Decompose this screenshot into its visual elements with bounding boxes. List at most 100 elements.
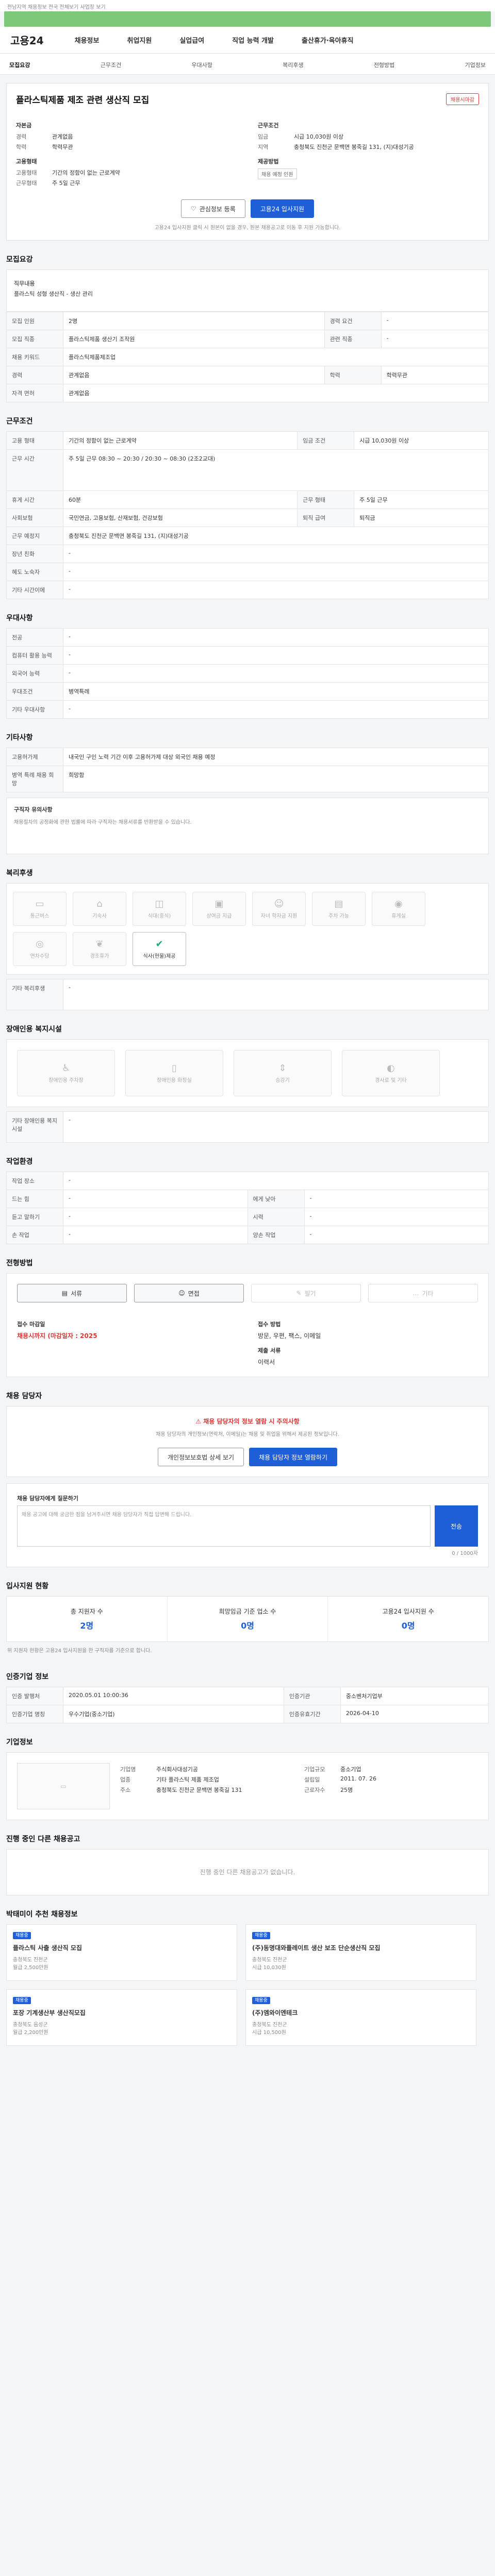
row-value: - [63, 700, 489, 719]
leaf-icon: ❦ [95, 939, 104, 950]
company-logo-icon: ▭ [17, 1763, 110, 1809]
row-value: - [63, 664, 489, 683]
row-key: 학력 [324, 366, 382, 384]
row-value: 주 5일 근무 08:30 ~ 20:30 / 20:30 ~ 08:30 (2… [63, 449, 489, 491]
rec-tag: 채용중 [13, 1932, 31, 1939]
tab-work[interactable]: 근무조건 [101, 61, 121, 69]
tab-welfare[interactable]: 복리후생 [283, 61, 303, 69]
company-value: 2011. 07. 26 [340, 1775, 376, 1782]
row-key: 경력 [6, 366, 63, 384]
row-key: 양손 작업 [247, 1226, 305, 1244]
car-icon: ▤ [334, 899, 343, 909]
rec-title: 플라스틱 사출 생산직 모집 [13, 1944, 82, 1952]
welfare-item: ▣ 상여금 지급 [192, 892, 246, 926]
tab-recruit[interactable]: 모집요강 [9, 61, 30, 69]
info-value: 이력서 [258, 1359, 275, 1366]
welfare-label: 통근버스 [30, 913, 50, 919]
rec-card[interactable]: 채용중 (주)동명대와플레이트 생산 보조 단순생산직 모집 충청북도 진천군 … [245, 1924, 476, 1981]
view-contact-button[interactable]: 채용 담당자 정보 열람하기 [249, 1448, 337, 1466]
row-key: 장년 친화 [6, 545, 63, 563]
disability-label: 장애인용 화장실 [157, 1078, 192, 1083]
row-value: 주 5일 근무 [354, 490, 489, 509]
privacy-law-button[interactable]: 개인정보보호법 상세 보기 [158, 1448, 244, 1466]
notice-box: 구직자 유의사항 채용절차의 공정화에 관한 법률에 따라 구직자는 채용서류를… [6, 798, 489, 854]
inquiry-input[interactable]: 채용 공고에 대해 궁금한 점을 남겨주시면 채용 담당자가 직접 답변해 드립… [17, 1505, 431, 1547]
stat-value: 0명 [241, 1621, 254, 1631]
info-value: 채용시까지 (마감일자 : 2025 [17, 1332, 97, 1340]
summary-key: 고용형태 [16, 170, 37, 176]
summary-key: 지역 [258, 144, 269, 150]
inquiry-send-button[interactable]: 전송 [435, 1505, 478, 1547]
row-value: - [381, 330, 489, 348]
disability-label: 장애인용 주차장 [48, 1078, 84, 1083]
nav-item[interactable]: 직업 능력 개발 [232, 35, 274, 45]
section-title: 복리후생 [6, 869, 33, 877]
stats-note: 위 지원자 현황은 고용24 입사지원을 한 구직자를 기준으로 합니다. [7, 1648, 152, 1654]
interest-button[interactable]: ♡ 관심정보 등록 [180, 199, 245, 218]
company-key: 설립일 [304, 1776, 320, 1783]
welfare-label: 상여금 지급 [206, 913, 232, 919]
nav-item[interactable]: 취업지원 [127, 35, 152, 45]
interest-label: 관심정보 등록 [199, 205, 236, 213]
section-title: 장애인용 복지시설 [6, 1025, 62, 1033]
row-key: 손 작업 [6, 1226, 63, 1244]
row-value: - [63, 1172, 489, 1190]
tab-process[interactable]: 전형방법 [374, 61, 394, 69]
disability-item: ♿ 장애인용 주차장 [17, 1050, 115, 1096]
row-key: 고용 형태 [6, 431, 63, 450]
row-key: 사회보험 [6, 509, 63, 527]
row-value: - [63, 1208, 248, 1226]
company-value: 기타 플라스틱 제품 제조업 [156, 1776, 219, 1783]
rec-title: (주)엠와이엔테크 [252, 2009, 298, 2016]
nav-item[interactable]: 출산휴가·육아휴직 [302, 35, 354, 45]
company-name: 주식회사대성기공 [156, 1766, 198, 1773]
section-title: 작업환경 [6, 1158, 33, 1166]
site-logo[interactable]: 고용24 [10, 32, 44, 47]
welfare-label: 주차 가능 [328, 913, 349, 919]
row-value: - [304, 1226, 489, 1244]
rec-card[interactable]: 채용중 플라스틱 사출 생산직 모집 충청북도 진천군 월급 2,500만원 [6, 1924, 237, 1981]
work-table: 고용 형태 기간의 정함이 없는 근로계약 임금 조건 시급 10,030원 이상 근… [6, 431, 489, 599]
tab-company[interactable]: 기업정보 [465, 61, 486, 69]
disability-label: 경사로 및 기타 [375, 1078, 407, 1083]
row-value: - [63, 646, 489, 665]
elevator-icon: ⇕ [278, 1063, 287, 1074]
company-value: 중소기업 [340, 1766, 361, 1773]
stat-item: 총 지원자 수 2명 [7, 1597, 168, 1641]
nav-item[interactable]: 실업급여 [179, 35, 204, 45]
welfare-label: 연차수당 [30, 954, 50, 959]
apply-button[interactable]: 고용24 입사지원 [250, 199, 315, 218]
row-value: 60분 [62, 490, 298, 509]
row-key: 병역 특례 채용 희망 [6, 766, 63, 792]
row-value: 시급 10,030원 이상 [354, 431, 489, 450]
rec-sub: 충청북도 진천군 [252, 2022, 287, 2028]
recruit-box: 직무내용 플라스틱 성형 생산직 - 생산 관리 [6, 269, 489, 312]
summary-value: 충청북도 진천군 문백면 봉죽길 131, (지)대성기공 [294, 144, 414, 150]
main-nav: 채용정보 취업지원 실업급여 직업 능력 개발 출산휴가·육아휴직 [75, 35, 354, 45]
row-value: - [63, 581, 489, 599]
company-value: 충청북도 진천군 문백면 봉죽길 131 [156, 1787, 242, 1793]
welfare-item: ▭ 통근버스 [13, 892, 67, 926]
row-key: 시력 [247, 1208, 305, 1226]
section-title: 전형방법 [6, 1259, 33, 1267]
nav-item[interactable]: 채용정보 [75, 35, 100, 45]
section-title: 기업정보 [6, 1738, 33, 1747]
rec-card[interactable]: 채용중 (주)엠와이엔테크 충청북도 진천군 시급 10,500원 [245, 1989, 476, 2046]
row-value: - [63, 1226, 248, 1244]
welfare-item: ☺ 자녀 학자금 지원 [252, 892, 306, 926]
summary-key: 학력 [16, 144, 27, 150]
row-key: 근무 형태 [297, 490, 355, 509]
rec-card[interactable]: 채용중 포장 기계생산부 생산직모집 충청북도 음성군 월급 2,200만원 [6, 1989, 237, 2046]
promo-banner[interactable] [4, 11, 491, 27]
tab-pref[interactable]: 우대사항 [191, 61, 212, 69]
welfare-label: 휴게실 [391, 913, 406, 919]
row-value: 플라스틱제품 생산기 조작원 [63, 330, 325, 348]
summary-label: 제공방법 [258, 158, 279, 165]
row-key: 작업 장소 [6, 1172, 63, 1190]
wheel-icon: ◐ [387, 1063, 395, 1074]
disability-grid: ♿ 장애인용 주차장 ▯ 장애인용 화장실 ⇕ 승강기 ◐ 경사로 및 기타 [6, 1039, 489, 1107]
company-key: 주소 [120, 1787, 131, 1793]
stat-label: 희망임금 기준 업소 수 [219, 1608, 276, 1615]
company-key: 근로자수 [304, 1787, 325, 1793]
summary-value: 학력무관 [52, 144, 73, 150]
